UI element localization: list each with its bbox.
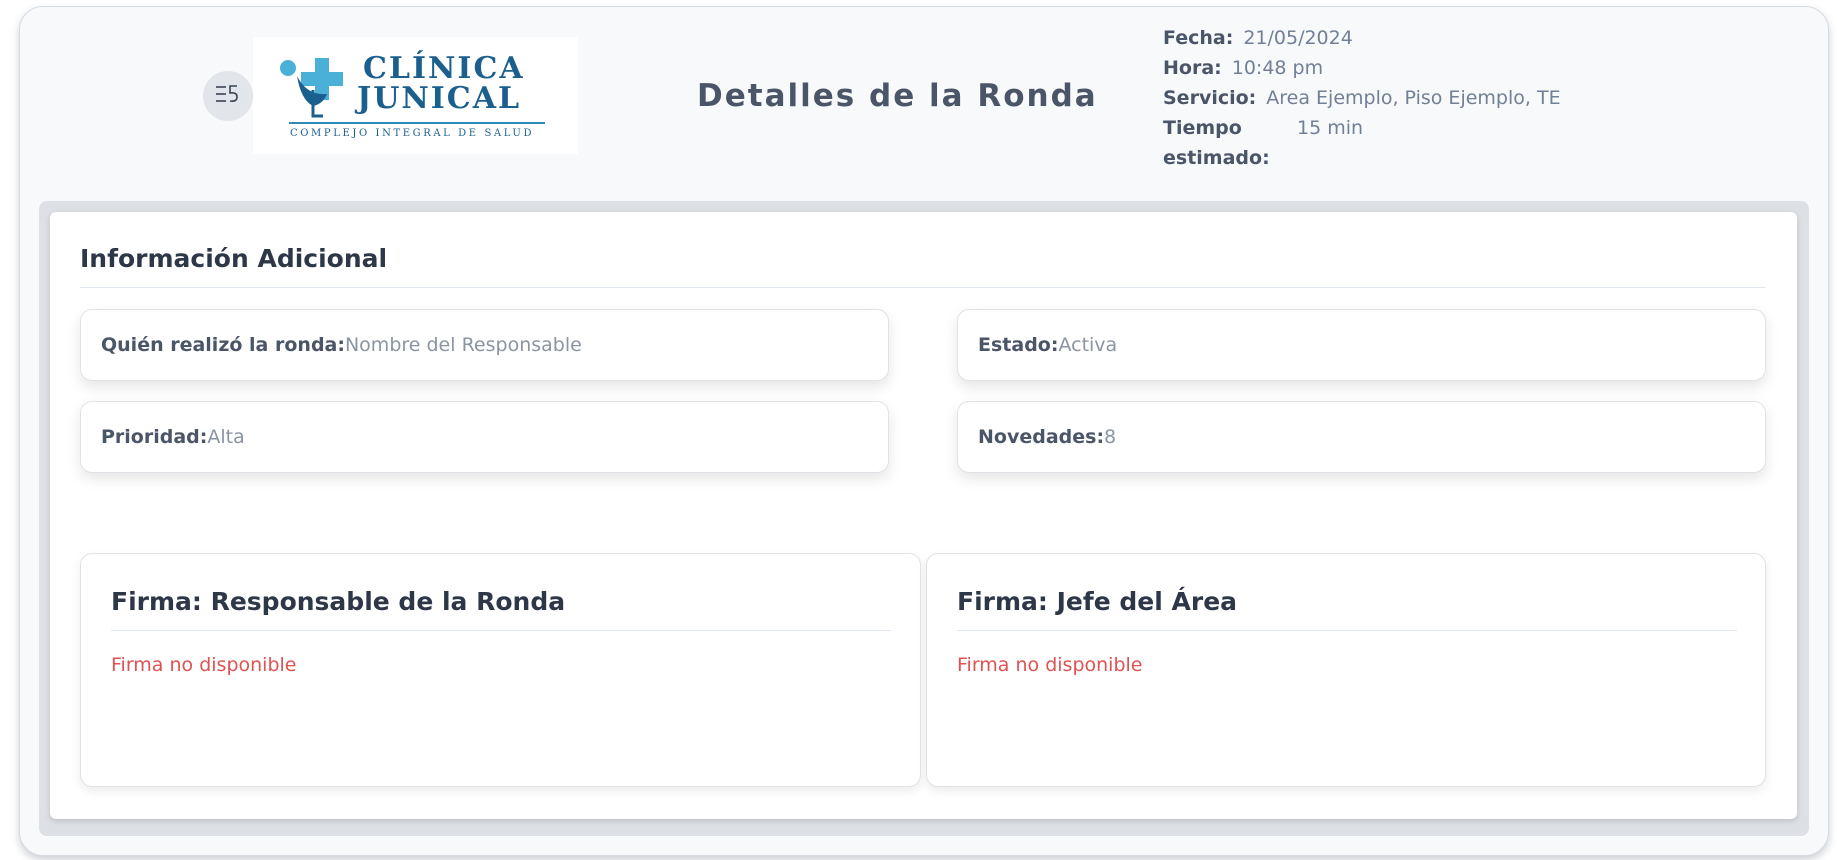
signature-divider [111,630,891,631]
menu-collapse-icon [215,84,241,109]
meta-tiempo: Tiempo estimado: 15 min [1163,113,1561,173]
logo-text-line2: JUNICAL [357,81,522,116]
signature-responsable: Firma: Responsable de la Ronda Firma no … [80,553,921,787]
fecha-label: Fecha: [1163,27,1234,49]
logo-subtitle: COMPLEJO INTEGRAL DE SALUD [290,128,535,139]
info-estado: Estado: Activa [957,309,1766,381]
prioridad-label: Prioridad: [101,426,208,448]
prioridad-value: Alta [207,426,245,448]
signature-jefe-status: Firma no disponible [957,654,1143,676]
meta-servicio: Servicio: Area Ejemplo, Piso Ejemplo, TE [1163,83,1561,113]
responsable-label: Quién realizó la ronda: [101,334,345,356]
fecha-value: 21/05/2024 [1243,27,1353,49]
section-title: Información Adicional [80,244,388,273]
hora-value: 10:48 pm [1231,57,1324,79]
estado-value: Activa [1058,334,1118,356]
hora-label: Hora: [1163,57,1222,79]
info-novedades: Novedades: 8 [957,401,1766,473]
info-responsable: Quién realizó la ronda: Nombre del Respo… [80,309,889,381]
signature-responsable-status: Firma no disponible [111,654,297,676]
signature-divider [957,630,1737,631]
meta-hora: Hora: 10:48 pm [1163,53,1561,83]
estado-label: Estado: [978,334,1059,356]
tiempo-value: 15 min [1297,117,1364,139]
menu-toggle-button[interactable] [203,71,253,121]
meta-fecha: Fecha: 21/05/2024 [1163,23,1561,53]
tiempo-label: Tiempo estimado: [1163,117,1270,169]
signature-jefe-title: Firma: Jefe del Área [957,587,1238,616]
medical-cross-logo-icon [280,58,343,118]
servicio-value: Area Ejemplo, Piso Ejemplo, TE [1266,87,1561,109]
responsable-value: Nombre del Responsable [344,334,582,356]
page-title: Detalles de la Ronda [697,78,1098,114]
info-prioridad: Prioridad: Alta [80,401,889,473]
novedades-value: 8 [1104,426,1117,448]
logo-divider [289,122,545,124]
round-metadata: Fecha: 21/05/2024 Hora: 10:48 pm Servici… [1163,23,1561,173]
signature-responsable-title: Firma: Responsable de la Ronda [111,587,566,616]
signature-jefe: Firma: Jefe del Área Firma no disponible [926,553,1766,787]
clinic-logo: CLÍNICA JUNICAL COMPLEJO INTEGRAL DE SAL… [253,37,578,154]
section-divider [80,287,1766,288]
servicio-label: Servicio: [1163,87,1257,109]
novedades-label: Novedades: [978,426,1105,448]
